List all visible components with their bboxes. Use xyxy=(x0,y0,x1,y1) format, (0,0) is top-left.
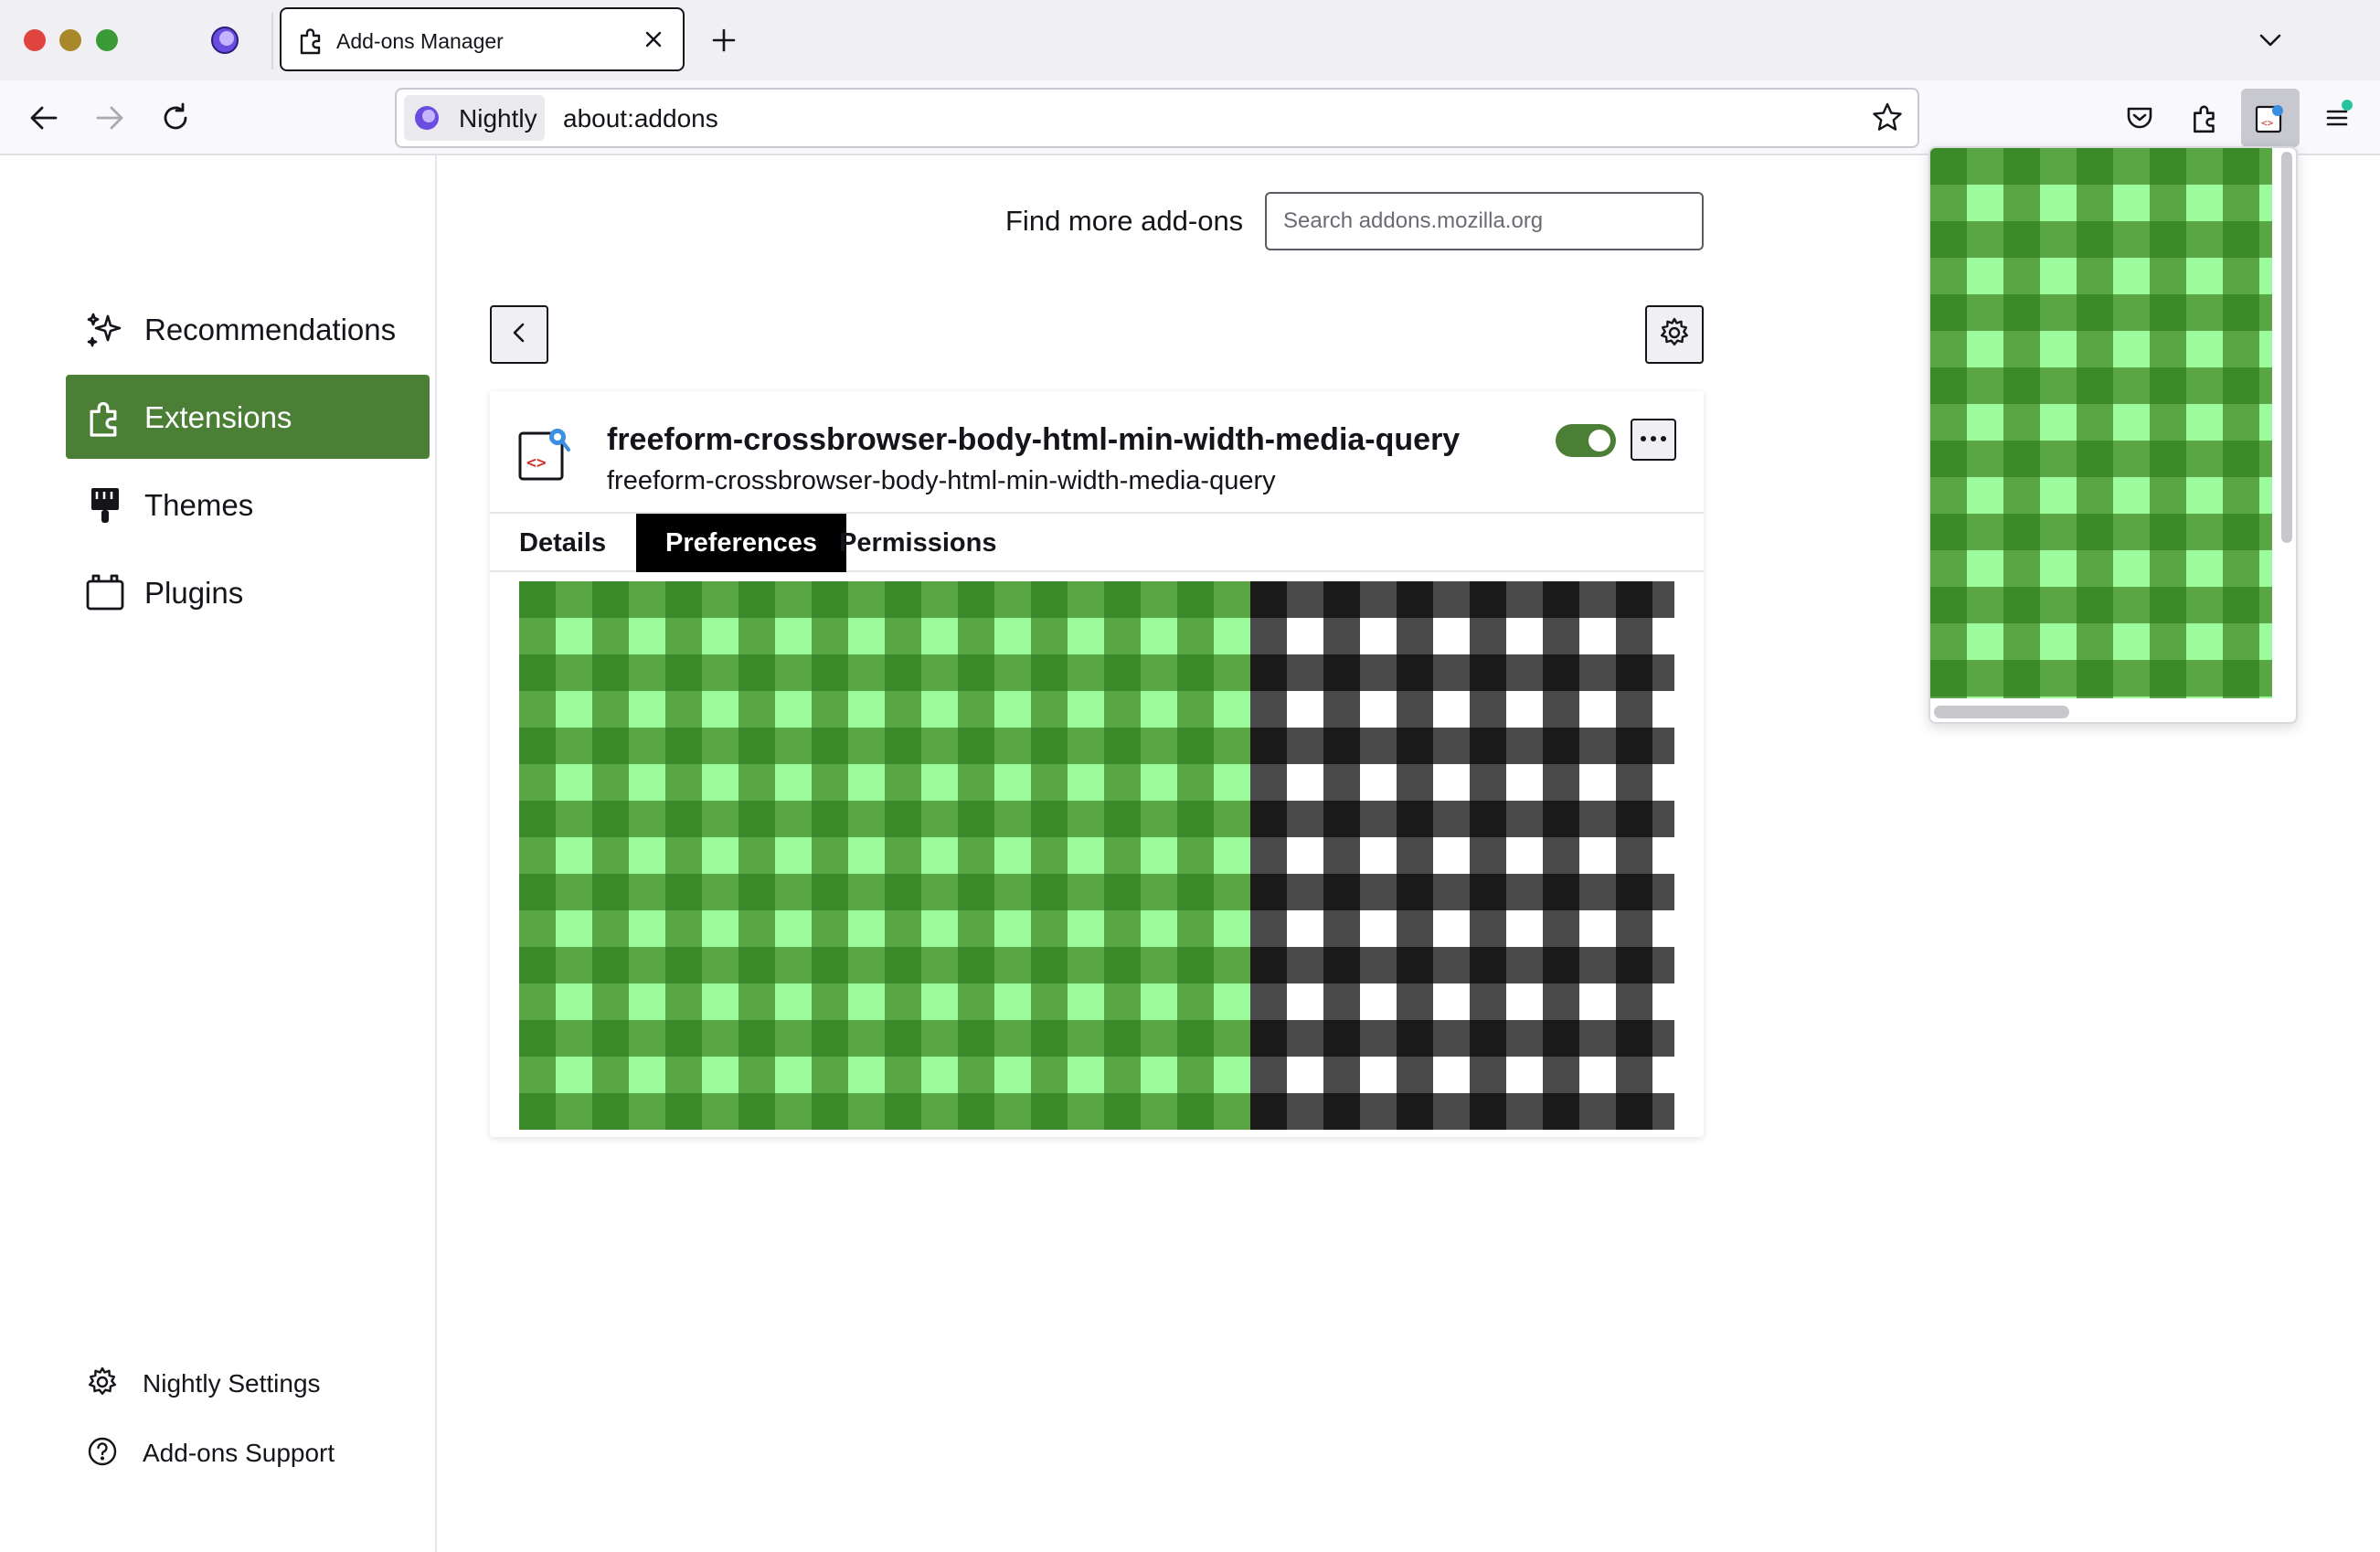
reload-icon[interactable] xyxy=(156,99,195,137)
gingham-pattern-preview xyxy=(519,581,1674,1130)
paintbrush-icon xyxy=(84,484,126,526)
identity-box[interactable]: Nightly xyxy=(404,95,545,141)
preferences-content xyxy=(519,581,1674,1130)
tab-details[interactable]: Details xyxy=(490,514,635,572)
extension-description: freeform-crossbrowser-body-html-min-widt… xyxy=(607,466,1276,495)
gear-icon xyxy=(86,1366,119,1398)
window-zoom-button[interactable] xyxy=(96,29,118,51)
pocket-icon[interactable] xyxy=(2120,99,2159,137)
tab-separator xyxy=(271,13,273,69)
nightly-settings-link[interactable]: Nightly Settings xyxy=(84,1360,431,1406)
popup-horizontal-scrollbar[interactable] xyxy=(1934,706,2069,718)
addon-card: <> freeform-crossbrowser-body-html-min-w… xyxy=(490,391,1704,1137)
chevron-down-icon[interactable] xyxy=(2254,24,2287,57)
chevron-left-icon xyxy=(505,319,533,351)
extension-code-icon: <> xyxy=(517,424,572,483)
plus-icon[interactable] xyxy=(707,24,740,57)
more-options-button[interactable] xyxy=(1631,419,1676,461)
svg-text:<>: <> xyxy=(2261,117,2274,129)
addons-support-label: Add-ons Support xyxy=(143,1439,335,1467)
url-bar[interactable]: Nightly about:addons xyxy=(395,88,1919,148)
url-text[interactable]: about:addons xyxy=(563,104,718,133)
forward-arrow-icon[interactable] xyxy=(90,99,129,137)
tab-title: Add-ons Manager xyxy=(336,29,504,53)
gingham-pattern-popup xyxy=(1930,148,2272,698)
sparkle-icon xyxy=(84,309,126,351)
addons-support-link[interactable]: Add-ons Support xyxy=(84,1430,431,1475)
categories-sidebar: Recommendations Extensions Themes Plugin… xyxy=(0,155,437,1552)
navigation-toolbar: Nightly about:addons <> xyxy=(0,80,2380,155)
nightly-logo-icon xyxy=(413,104,441,132)
extensions-puzzle-icon[interactable] xyxy=(2186,99,2225,137)
find-more-label: Find more add-ons xyxy=(1005,205,1244,237)
close-icon[interactable] xyxy=(639,25,668,54)
bookmark-star-icon[interactable] xyxy=(1870,101,1905,135)
popup-content xyxy=(1930,148,2272,698)
sidebar-item-recommendations[interactable]: Recommendations xyxy=(66,287,430,371)
update-notification-dot xyxy=(2342,100,2353,111)
tab-permissions[interactable]: Permissions xyxy=(810,514,1025,572)
ellipsis-icon xyxy=(1640,431,1667,448)
puzzle-icon xyxy=(84,397,126,439)
enable-toggle[interactable] xyxy=(1556,424,1616,457)
search-input[interactable] xyxy=(1265,192,1704,250)
sidebar-item-plugins[interactable]: Plugins xyxy=(66,550,430,634)
tools-gear-button[interactable] xyxy=(1645,305,1704,364)
extension-name: freeform-crossbrowser-body-html-min-widt… xyxy=(607,422,1461,457)
gear-icon xyxy=(1658,316,1691,354)
toggle-knob xyxy=(1588,430,1610,452)
sidebar-item-label: Plugins xyxy=(144,576,244,610)
extension-action-icon[interactable]: <> xyxy=(2241,89,2300,147)
sidebar-item-themes[interactable]: Themes xyxy=(66,462,430,547)
sidebar-item-label: Extensions xyxy=(144,400,292,434)
back-arrow-icon[interactable] xyxy=(25,99,63,137)
nightly-settings-label: Nightly Settings xyxy=(143,1369,321,1398)
details-tabs: Details Preferences Permissions xyxy=(490,512,1704,572)
sidebar-item-extensions[interactable]: Extensions xyxy=(66,375,430,459)
window-minimize-button[interactable] xyxy=(59,29,81,51)
plugin-icon xyxy=(84,572,126,614)
sidebar-item-label: Recommendations xyxy=(144,313,397,346)
identity-label: Nightly xyxy=(459,104,537,133)
sidebar-item-label: Themes xyxy=(144,488,254,522)
pinned-tab-nightly-icon[interactable] xyxy=(208,24,241,57)
help-circle-icon xyxy=(86,1435,119,1468)
popup-vertical-scrollbar[interactable] xyxy=(2281,152,2292,543)
tab-addons-manager[interactable]: Add-ons Manager xyxy=(280,7,685,71)
puzzle-icon xyxy=(296,25,327,56)
window-close-button[interactable] xyxy=(24,29,46,51)
extension-popup xyxy=(1928,146,2298,724)
back-button[interactable] xyxy=(490,305,548,364)
tab-strip: Add-ons Manager xyxy=(0,0,2380,80)
svg-text:<>: <> xyxy=(526,453,547,473)
